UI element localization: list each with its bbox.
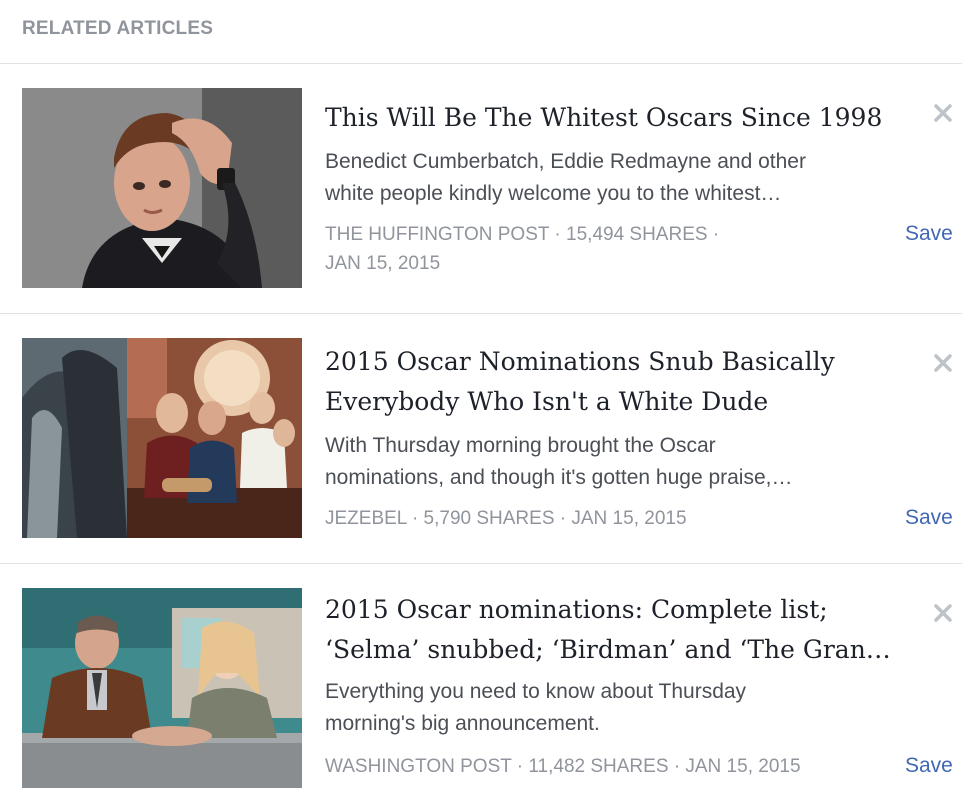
snippet-line: With Thursday morning brought the Oscar: [325, 434, 716, 457]
meta-line: THE HUFFINGTON POST · 15,494 SHARES ·: [325, 224, 720, 245]
save-button[interactable]: Save: [905, 506, 953, 530]
article-meta: JEZEBEL · 5,790 SHARES · JAN 15, 2015: [325, 504, 865, 533]
snippet-line: Everything you need to know about Thursd…: [325, 680, 747, 703]
close-icon[interactable]: [932, 102, 954, 124]
section-title: RELATED ARTICLES: [22, 18, 214, 39]
article-thumbnail[interactable]: [22, 338, 302, 538]
article-thumbnail[interactable]: [22, 88, 302, 288]
snippet-line: white people kindly welcome you to the w…: [325, 182, 782, 205]
close-icon[interactable]: [932, 602, 954, 624]
title-line[interactable]: 2015 Oscar nominations: Complete list;: [325, 590, 895, 630]
meta-line: JAN 15, 2015: [325, 253, 441, 274]
snippet-line: Benedict Cumberbatch, Eddie Redmayne and…: [325, 150, 806, 173]
article-title[interactable]: 2015 Oscar nominations: Complete list; ‘…: [325, 590, 895, 670]
snippet-line: nominations, and though it's gotten huge…: [325, 466, 793, 489]
title-line[interactable]: Everybody Who Isn't a White Dude: [325, 382, 895, 422]
film-scene-photo: [22, 588, 302, 788]
article-meta: WASHINGTON POST · 11,482 SHARES · JAN 15…: [325, 752, 865, 781]
article-title[interactable]: This Will Be The Whitest Oscars Since 19…: [325, 98, 895, 138]
save-button[interactable]: Save: [905, 754, 953, 778]
meta-line: JEZEBEL · 5,790 SHARES · JAN 15, 2015: [325, 508, 687, 529]
article-title[interactable]: 2015 Oscar Nominations Snub Basically Ev…: [325, 342, 895, 422]
article-snippet: Benedict Cumberbatch, Eddie Redmayne and…: [325, 146, 885, 210]
portrait-photo: [22, 88, 302, 288]
article-item[interactable]: 2015 Oscar Nominations Snub Basically Ev…: [0, 338, 976, 538]
divider: [0, 563, 962, 564]
article-thumbnail[interactable]: [22, 588, 302, 788]
article-snippet: Everything you need to know about Thursd…: [325, 676, 885, 740]
divider: [0, 63, 962, 64]
divider: [0, 313, 962, 314]
title-line[interactable]: ‘Selma’ snubbed; ‘Birdman’ and ‘The Gran…: [325, 630, 895, 670]
meta-line: WASHINGTON POST · 11,482 SHARES · JAN 15…: [325, 756, 801, 777]
article-meta: THE HUFFINGTON POST · 15,494 SHARES · JA…: [325, 220, 865, 278]
snippet-line: morning's big announcement.: [325, 712, 600, 735]
article-snippet: With Thursday morning brought the Oscar …: [325, 430, 885, 494]
title-line[interactable]: This Will Be The Whitest Oscars Since 19…: [325, 98, 895, 138]
save-button[interactable]: Save: [905, 222, 953, 246]
close-icon[interactable]: [932, 352, 954, 374]
article-item[interactable]: This Will Be The Whitest Oscars Since 19…: [0, 88, 976, 288]
article-item[interactable]: 2015 Oscar nominations: Complete list; ‘…: [0, 588, 976, 788]
film-collage-photo: [22, 338, 302, 538]
title-line[interactable]: 2015 Oscar Nominations Snub Basically: [325, 342, 895, 382]
